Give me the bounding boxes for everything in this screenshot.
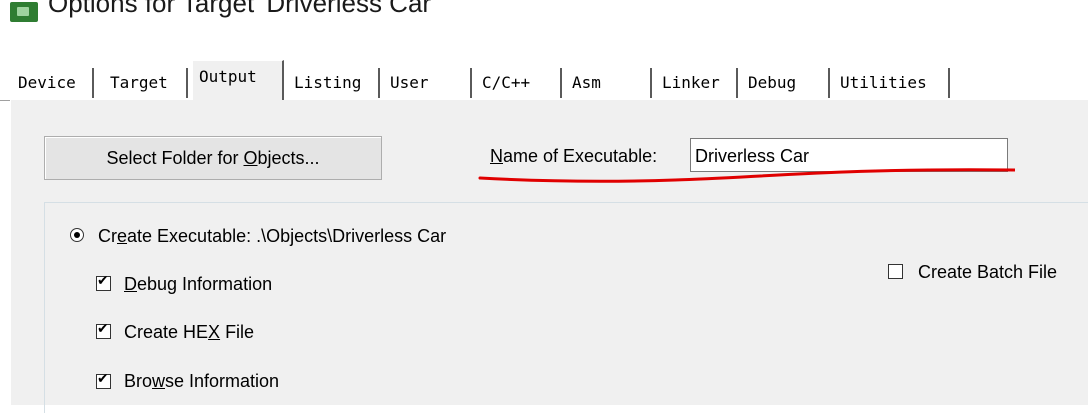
tab-linker[interactable]: Linker [656,68,738,98]
tab-target[interactable]: Target [104,68,188,98]
tab-asm[interactable]: Asm [566,68,652,98]
browse-information-checkbox[interactable] [96,371,111,389]
tab-output[interactable]: Output [192,60,284,100]
hex-post: File [220,322,255,342]
browse-information-label: Browse Information [124,371,279,392]
hex-accel: X [208,322,221,342]
create-executable-radio[interactable] [70,228,84,242]
button-label-post: bjects... [257,148,320,168]
tab-device[interactable]: Device [12,68,94,98]
tab-cpp[interactable]: C/C++ [476,68,562,98]
window-title: Options for Target 'Driverless Car' [48,0,437,18]
debug-rest: ebug Information [137,274,273,294]
button-label-accel: O [243,148,258,168]
debug-information-label: Debug Information [124,274,272,295]
create-executable-label: Create Executable: .\Objects\Driverless … [98,226,446,247]
browse-pre: Bro [124,371,153,391]
create-exe-accel: e [117,226,128,246]
hex-pre: Create HE [124,322,209,342]
tab-debug[interactable]: Debug [742,68,830,98]
tab-strip: Device Target Output Listing User C/C++ … [0,58,1088,101]
tab-user[interactable]: User [384,68,472,98]
create-batch-file-label: Create Batch File [918,262,1058,282]
tab-utilities[interactable]: Utilities [834,68,950,98]
title-bar: Options for Target 'Driverless Car' [0,0,1088,34]
red-annotation-underline [478,168,1015,183]
browse-accel: w [152,371,166,391]
debug-information-checkbox[interactable] [96,273,111,291]
create-hex-file-checkbox[interactable] [96,321,111,339]
create-hex-file-label: Create HEX File [124,322,254,343]
browse-post: se Information [165,371,280,391]
tab-listing[interactable]: Listing [288,68,380,98]
create-exe-pre: Cr [98,226,117,246]
create-exe-post: ate Executable: .\Objects\Driverless Car [127,226,447,246]
debug-accel: D [124,274,137,294]
app-icon [10,2,38,22]
create-batch-file-checkbox[interactable] [888,264,903,279]
select-folder-for-objects-button[interactable]: Select Folder for Objects... [44,136,382,180]
button-label-pre: Select Folder for [106,148,244,168]
